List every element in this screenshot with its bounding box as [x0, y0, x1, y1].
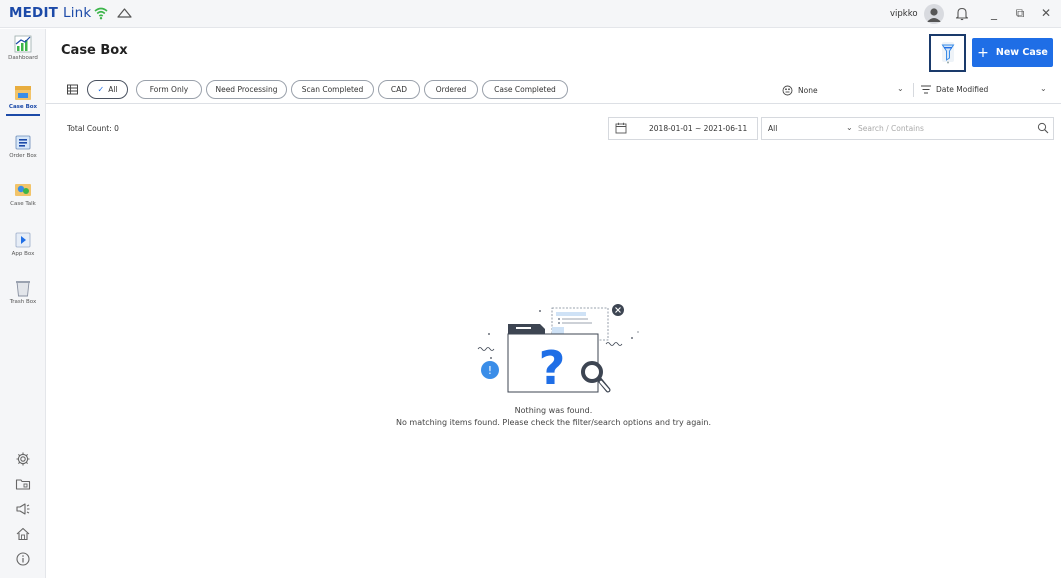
page-title: Case Box: [61, 43, 128, 58]
sidebar-item-label: App Box: [11, 251, 35, 257]
case-box-icon: [15, 86, 31, 100]
restore-button[interactable]: ⧉: [1011, 4, 1029, 22]
plus-icon: +: [977, 44, 989, 61]
title-bar: MEDIT Link vipkko _ ⧉ ✕: [0, 0, 1061, 28]
settings-icon[interactable]: [15, 451, 31, 467]
search-input[interactable]: [858, 121, 1028, 136]
sidebar-item-label: Case Talk: [10, 201, 36, 207]
sidebar: Dashboard Case Box Order Box Case Talk A…: [0, 29, 46, 578]
list-view-icon[interactable]: [67, 84, 78, 95]
date-range-picker[interactable]: 2018-01-01 ~ 2021-06-11: [608, 117, 758, 140]
svg-text:?: ?: [539, 341, 566, 395]
date-range-value: 2018-01-01 ~ 2021-06-11: [649, 124, 748, 133]
new-case-button[interactable]: + New Case: [972, 38, 1053, 67]
sidebar-item-label: Dashboard: [8, 55, 38, 61]
sidebar-item-label: Case Box: [8, 104, 38, 110]
filter-toggle-button[interactable]: [929, 34, 966, 72]
sort-select[interactable]: Date Modified: [921, 85, 988, 94]
folder-icon[interactable]: [15, 476, 31, 492]
check-icon: ✓: [97, 85, 105, 94]
filter-chip-need-processing[interactable]: Need Processing: [206, 80, 287, 99]
case-talk-icon: [15, 184, 31, 196]
svg-text:!: !: [488, 364, 492, 377]
close-button[interactable]: ✕: [1037, 4, 1055, 22]
divider: [913, 83, 914, 97]
cloud-icon[interactable]: [116, 6, 133, 20]
sidebar-item-trash-box[interactable]: Trash Box: [0, 275, 46, 317]
app-logo: MEDIT Link: [9, 5, 92, 21]
chevron-down-icon[interactable]: ⌄: [1040, 84, 1047, 93]
avatar[interactable]: [924, 4, 944, 24]
filter-chip-all[interactable]: ✓ All: [87, 80, 128, 99]
sidebar-item-label: Order Box: [9, 153, 37, 159]
filter-chip-ordered[interactable]: Ordered: [424, 80, 478, 99]
sidebar-item-case-box[interactable]: Case Box: [0, 80, 46, 122]
search-scope-select[interactable]: All: [768, 124, 777, 133]
trash-box-icon: [16, 281, 30, 297]
announcement-icon[interactable]: [15, 501, 31, 517]
order-box-icon: [15, 135, 31, 150]
sidebar-item-case-talk[interactable]: Case Talk: [0, 177, 46, 219]
search-bar: All ⌄: [761, 117, 1054, 140]
filter-funnel-icon: [941, 42, 955, 64]
empty-state-title: Nothing was found.: [514, 406, 593, 415]
username: vipkko: [890, 9, 918, 19]
filter-chip-case-completed[interactable]: Case Completed: [482, 80, 568, 99]
search-icon[interactable]: [1037, 122, 1049, 134]
sidebar-item-order-box[interactable]: Order Box: [0, 129, 46, 171]
app-box-icon: [15, 232, 31, 248]
empty-state-message: No matching items found. Please check th…: [395, 418, 712, 427]
bell-icon[interactable]: [955, 6, 969, 21]
filter-chips-row: ✓ All Form Only Need Processing Scan Comp…: [46, 78, 1061, 104]
chevron-down-icon[interactable]: ⌄: [897, 84, 904, 93]
info-icon[interactable]: [15, 551, 31, 567]
calendar-icon: [615, 122, 627, 134]
group-select[interactable]: None: [782, 85, 818, 96]
sort-icon: [921, 85, 931, 94]
home-icon[interactable]: [15, 526, 31, 542]
sidebar-item-app-box[interactable]: App Box: [0, 227, 46, 269]
filter-chip-scan-completed[interactable]: Scan Completed: [291, 80, 374, 99]
total-count: Total Count: 0: [67, 124, 119, 133]
filter-chip-form-only[interactable]: Form Only: [136, 80, 202, 99]
filter-chip-cad[interactable]: CAD: [378, 80, 420, 99]
group-icon: [782, 85, 793, 96]
wifi-icon: [94, 7, 108, 20]
minimize-button[interactable]: _: [985, 4, 1003, 22]
sidebar-item-label: Trash Box: [9, 299, 37, 305]
empty-state-illustration: ? !: [477, 304, 639, 395]
new-case-label: New Case: [995, 47, 1048, 58]
dashboard-icon: [14, 35, 32, 53]
user-icon: [927, 8, 941, 22]
chevron-down-icon[interactable]: ⌄: [846, 123, 853, 132]
sidebar-item-dashboard[interactable]: Dashboard: [0, 31, 46, 73]
